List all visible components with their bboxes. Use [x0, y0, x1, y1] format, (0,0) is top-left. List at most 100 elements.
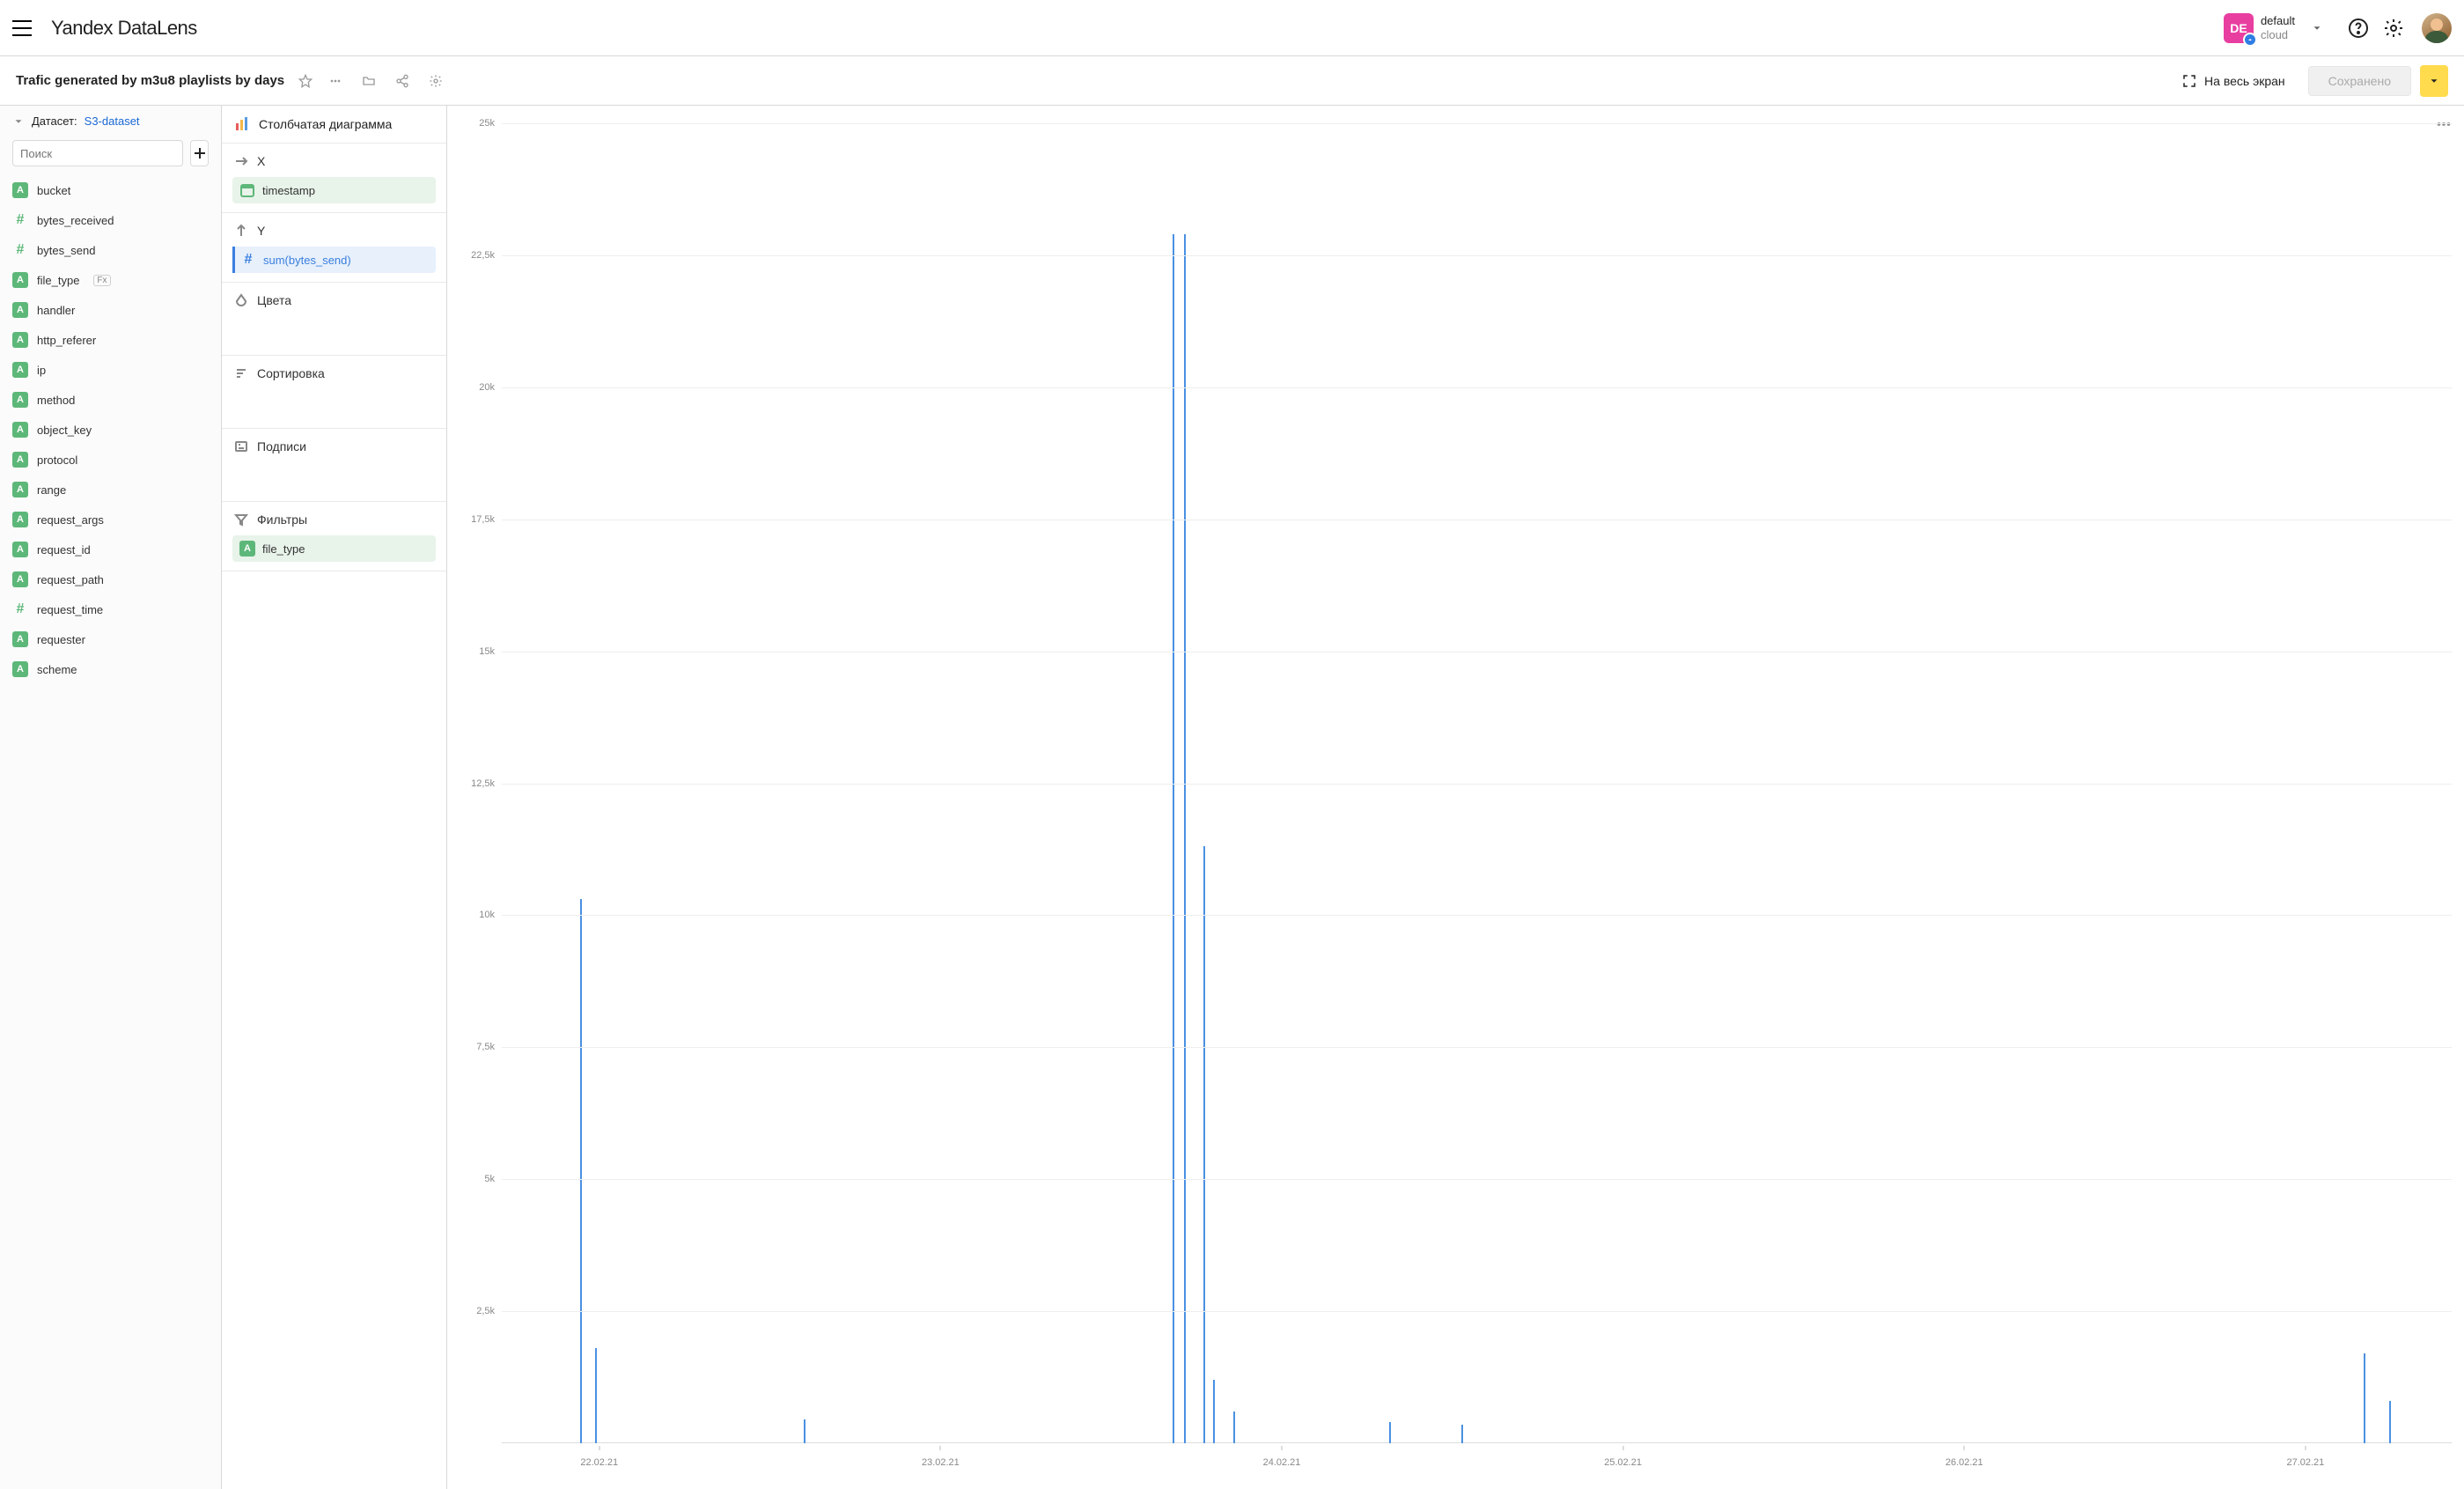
more-icon[interactable]	[328, 74, 342, 88]
logo-product: DataLens	[118, 17, 197, 39]
section-sort: Сортировка	[222, 356, 446, 429]
chart-bar	[804, 1419, 805, 1443]
settings-icon[interactable]	[429, 74, 443, 88]
field-name: request_time	[37, 603, 103, 616]
axis-y-icon	[234, 224, 248, 238]
y-tick: 17,5k	[471, 514, 495, 525]
field-item[interactable]: Ahandler	[0, 295, 221, 325]
text-type-icon: A	[12, 512, 28, 527]
chart-bar	[1389, 1422, 1391, 1443]
field-item[interactable]: Arequest_id	[0, 534, 221, 564]
fullscreen-label: На весь экран	[2204, 74, 2285, 88]
chevron-down-icon	[12, 115, 25, 128]
field-item[interactable]: Arequest_path	[0, 564, 221, 594]
field-item[interactable]: #bytes_received	[0, 205, 221, 235]
y-tick: 12,5k	[471, 778, 495, 789]
dataset-link[interactable]: S3-dataset	[85, 114, 140, 128]
chevron-down-icon	[2428, 75, 2440, 87]
add-field-button[interactable]	[190, 140, 209, 166]
field-name: bucket	[37, 184, 70, 197]
calendar-icon	[239, 182, 255, 198]
text-type-icon: A	[12, 571, 28, 587]
config-panel: Столбчатая диаграмма X timestamp Y	[222, 106, 447, 1489]
menu-icon[interactable]	[12, 16, 37, 41]
field-name: file_type	[37, 274, 79, 287]
text-type-icon: A	[12, 631, 28, 647]
field-item[interactable]: Amethod	[0, 385, 221, 415]
hash-icon: #	[12, 601, 28, 617]
cloud-badge: DE	[2224, 13, 2254, 43]
star-icon[interactable]	[298, 74, 313, 88]
help-icon[interactable]	[2348, 18, 2369, 39]
fullscreen-icon	[2181, 73, 2197, 89]
field-name: ip	[37, 364, 46, 377]
text-type-icon: A	[12, 482, 28, 498]
section-filters-label: Фильтры	[257, 512, 307, 527]
field-name: protocol	[37, 453, 77, 467]
field-list: Abucket#bytes_received#bytes_sendAfile_t…	[0, 175, 221, 1489]
x-tick: 24.02.21	[1263, 1457, 1301, 1468]
y-tick: 5k	[484, 1174, 495, 1184]
dataset-row[interactable]: Датасет: S3-dataset	[0, 106, 221, 133]
section-y-label: Y	[257, 224, 265, 238]
y-tick: 25k	[479, 118, 495, 129]
text-type-icon: A	[12, 182, 28, 198]
chart-y-axis: 25k22,5k20k17,5k15k12,5k10k7,5k5k2,5k	[456, 123, 498, 1443]
labels-icon	[234, 439, 248, 453]
x-tick: 26.02.21	[1945, 1457, 1983, 1468]
field-item[interactable]: Arequester	[0, 624, 221, 654]
section-sort-label: Сортировка	[257, 366, 325, 380]
field-name: object_key	[37, 424, 92, 437]
section-colors: Цвета	[222, 283, 446, 356]
section-filters: Фильтры A file_type	[222, 502, 446, 571]
y-tick: 20k	[479, 382, 495, 393]
field-item[interactable]: # request_time	[0, 594, 221, 624]
section-y: Y # sum(bytes_send)	[222, 213, 446, 283]
field-item[interactable]: Aip	[0, 355, 221, 385]
chip-y-measure[interactable]: # sum(bytes_send)	[232, 247, 436, 273]
viz-type-selector[interactable]: Столбчатая диаграмма	[222, 106, 446, 144]
cloud-badge-text: DE	[2230, 21, 2247, 35]
sort-dropzone[interactable]	[232, 387, 436, 419]
field-item[interactable]: Afile_typeFx	[0, 265, 221, 295]
field-item[interactable]: Abucket	[0, 175, 221, 205]
y-tick: 2,5k	[476, 1306, 495, 1316]
field-item[interactable]: Arange	[0, 475, 221, 505]
avatar[interactable]	[2422, 13, 2452, 43]
field-item[interactable]: #bytes_send	[0, 235, 221, 265]
section-x-label: X	[257, 154, 265, 168]
field-name: request_id	[37, 543, 91, 557]
field-item[interactable]: Ahttp_referer	[0, 325, 221, 355]
folder-icon[interactable]	[362, 74, 376, 88]
field-item[interactable]: Aprotocol	[0, 445, 221, 475]
chart-bar	[1461, 1425, 1463, 1443]
logo-brand: Yandex	[51, 17, 113, 39]
text-type-icon: A	[12, 392, 28, 408]
chart-bar	[1233, 1412, 1235, 1443]
field-item[interactable]: Arequest_args	[0, 505, 221, 534]
chart-bar	[1213, 1380, 1215, 1443]
x-tick: 25.02.21	[1604, 1457, 1642, 1468]
field-item[interactable]: Ascheme	[0, 654, 221, 684]
filter-icon	[234, 512, 248, 527]
chip-x-timestamp[interactable]: timestamp	[232, 177, 436, 203]
search-input[interactable]	[12, 140, 183, 166]
section-colors-label: Цвета	[257, 293, 291, 307]
gear-icon[interactable]	[2383, 18, 2404, 39]
save-dropdown-button[interactable]	[2420, 65, 2448, 97]
chip-filter-filetype[interactable]: A file_type	[232, 535, 436, 562]
share-icon[interactable]	[395, 74, 409, 88]
text-type-icon: A	[12, 302, 28, 318]
field-name: method	[37, 394, 75, 407]
chart-bar	[2389, 1401, 2391, 1443]
section-labels-label: Подписи	[257, 439, 306, 453]
hash-icon: #	[240, 252, 256, 268]
field-item[interactable]: Aobject_key	[0, 415, 221, 445]
fullscreen-button[interactable]: На весь экран	[2174, 68, 2292, 94]
field-name: scheme	[37, 663, 77, 676]
labels-dropzone[interactable]	[232, 461, 436, 492]
viz-type-label: Столбчатая диаграмма	[259, 117, 392, 131]
cloud-switcher[interactable]: DE default cloud	[2218, 10, 2341, 47]
colors-dropzone[interactable]	[232, 314, 436, 346]
fields-panel: Датасет: S3-dataset Abucket#bytes_receiv…	[0, 106, 222, 1489]
